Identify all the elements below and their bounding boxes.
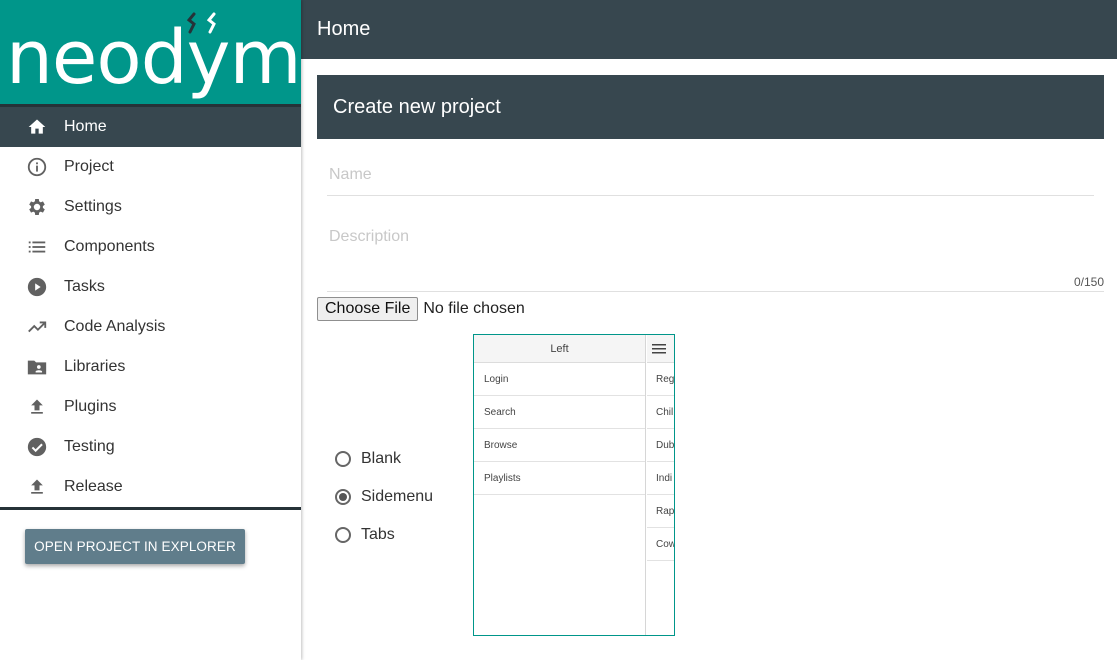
logo-bolt-icon [186, 12, 216, 34]
page-title: Home [301, 0, 1117, 59]
home-icon [25, 115, 49, 139]
template-preview: Left Login Search Browse Playlists Reg C… [473, 334, 675, 636]
logo-area: neodym [0, 0, 301, 107]
sidebar-item-components[interactable]: Components [0, 227, 301, 267]
trending-icon [25, 315, 49, 339]
radio-blank[interactable]: Blank [335, 440, 433, 478]
sidebar: neodym Home Project Settings Components … [0, 0, 301, 660]
sidebar-item-label: Code Analysis [64, 318, 166, 335]
sidebar-item-settings[interactable]: Settings [0, 187, 301, 227]
list-icon [25, 235, 49, 259]
radio-label: Tabs [361, 526, 395, 543]
preview-list-item: Indi [647, 462, 674, 495]
description-placeholder: Description [329, 228, 410, 245]
radio-circle [335, 527, 351, 543]
template-radio-group: Blank Sidemenu Tabs [335, 440, 433, 554]
preview-list-item: Playlists [474, 462, 645, 495]
sidebar-item-label: Home [64, 118, 107, 135]
name-field[interactable]: Name [327, 166, 1094, 196]
folder-user-icon [25, 355, 49, 379]
sidebar-item-label: Testing [64, 438, 115, 455]
preview-list-item: Dub [647, 429, 674, 462]
name-placeholder: Name [329, 166, 372, 183]
menu-icon [652, 343, 666, 353]
sidebar-item-label: Plugins [64, 398, 117, 415]
sidebar-item-testing[interactable]: Testing [0, 427, 301, 467]
sidebar-item-plugins[interactable]: Plugins [0, 387, 301, 427]
sidebar-item-project[interactable]: Project [0, 147, 301, 187]
logo: neodym [6, 15, 301, 101]
preview-list-item: Search [474, 396, 645, 429]
radio-sidemenu[interactable]: Sidemenu [335, 478, 433, 516]
preview-list-item: Chil [647, 396, 674, 429]
preview-list-item: Reg [647, 363, 674, 396]
preview-list-item: Login [474, 363, 645, 396]
open-project-in-explorer-button[interactable]: OPEN PROJECT IN EXPLORER [25, 529, 245, 564]
sidebar-item-tasks[interactable]: Tasks [0, 267, 301, 307]
sidebar-item-code-analysis[interactable]: Code Analysis [0, 307, 301, 347]
preview-list-item: Rap [647, 495, 674, 528]
sidebar-item-libraries[interactable]: Libraries [0, 347, 301, 387]
nav-list: Home Project Settings Components Tasks C… [0, 107, 301, 507]
sidebar-item-label: Project [64, 158, 114, 175]
check-circle-icon [25, 435, 49, 459]
file-input: Choose File No file chosen [317, 297, 525, 321]
nav-divider [0, 507, 301, 510]
app: neodym Home Project Settings Components … [0, 0, 1117, 660]
upload-icon [25, 475, 49, 499]
sidebar-item-home[interactable]: Home [0, 107, 301, 147]
sidebar-item-label: Settings [64, 198, 122, 215]
file-status: No file chosen [423, 300, 525, 317]
preview-header [647, 335, 674, 363]
preview-list-item: Cow [647, 528, 674, 561]
radio-circle [335, 489, 351, 505]
info-icon [25, 155, 49, 179]
radio-label: Blank [361, 450, 402, 467]
card-title: Create new project [317, 75, 1104, 139]
sidebar-item-label: Components [64, 238, 155, 255]
radio-tabs[interactable]: Tabs [335, 516, 433, 554]
preview-list-item: Browse [474, 429, 645, 462]
preview-left-title: Left [474, 335, 645, 363]
preview-left-menu: Left Login Search Browse Playlists [474, 335, 646, 635]
radio-label: Sidemenu [361, 488, 434, 505]
upload-icon [25, 395, 49, 419]
play-icon [25, 275, 49, 299]
gear-icon [25, 195, 49, 219]
description-field[interactable]: Description 0/150 [327, 228, 1104, 292]
sidebar-item-label: Tasks [64, 278, 105, 295]
sidebar-item-release[interactable]: Release [0, 467, 301, 507]
choose-file-button[interactable]: Choose File [317, 297, 419, 321]
character-counter: 0/150 [1073, 275, 1104, 289]
sidebar-item-label: Libraries [64, 358, 126, 375]
sidebar-item-label: Release [64, 478, 123, 495]
preview-main-content: Reg Chil Dub Indi Rap Cow [647, 335, 674, 635]
radio-circle [335, 451, 351, 467]
